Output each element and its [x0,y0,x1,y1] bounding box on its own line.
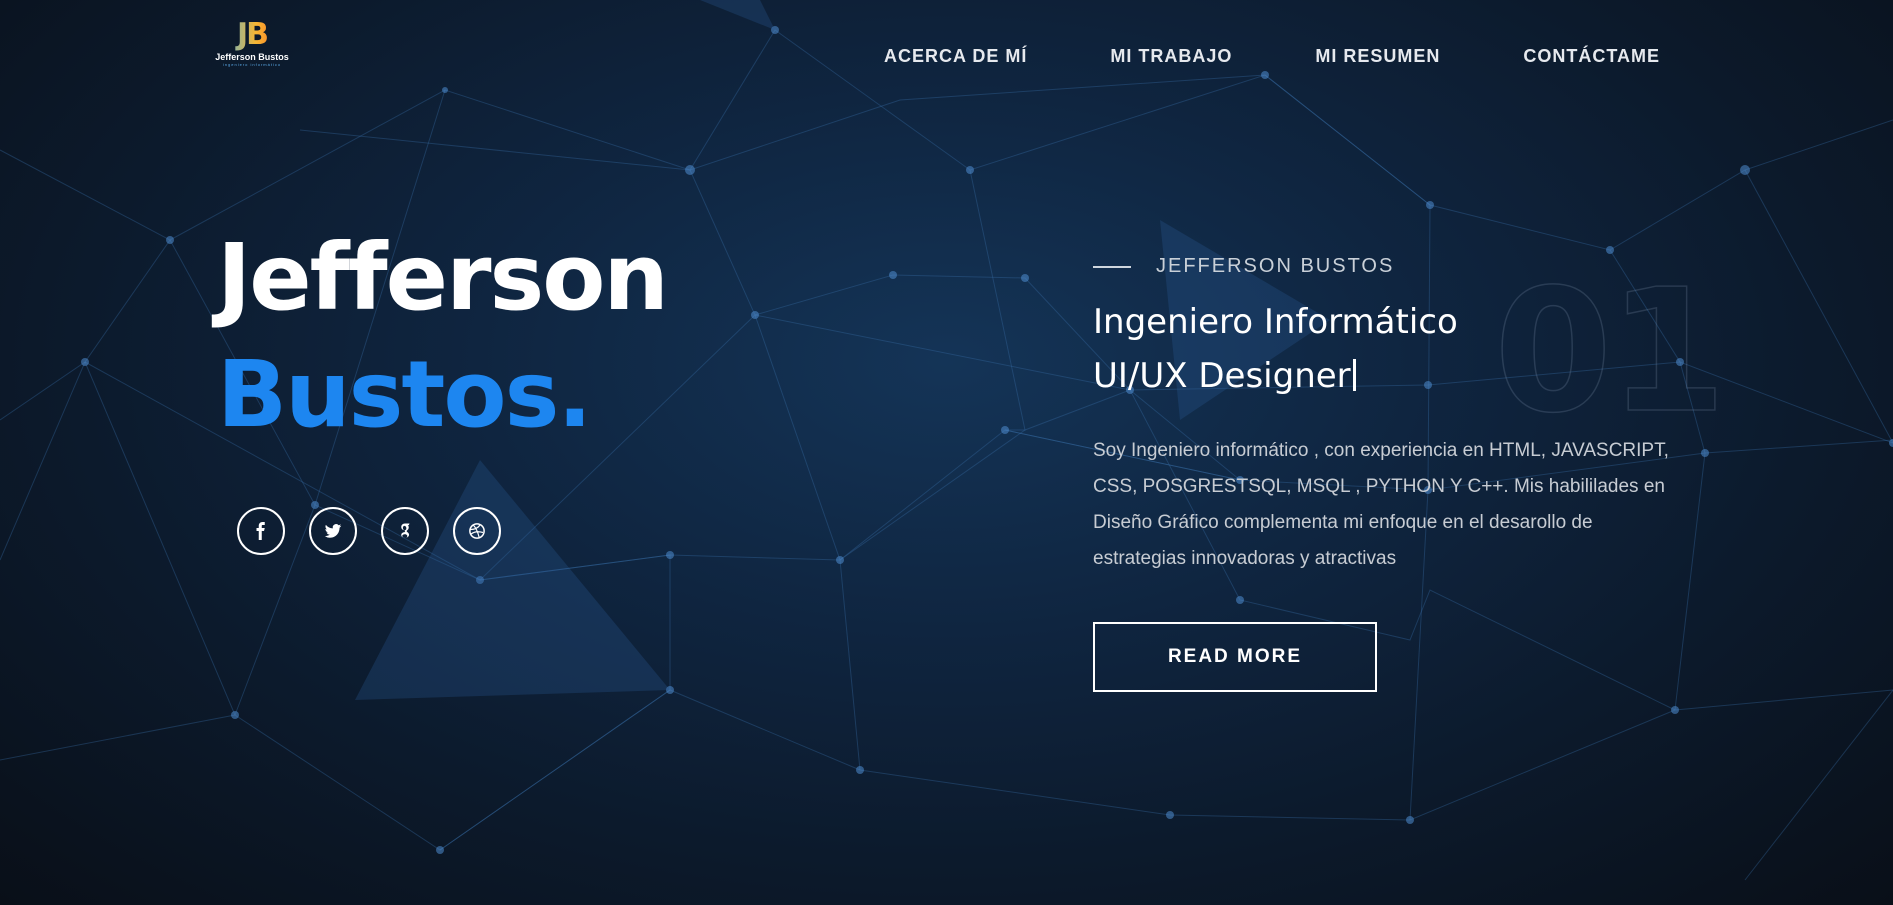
hero-section: JB Jefferson Bustos ingeniero informátic… [0,0,1893,905]
role-line-2-text: UI/UX Designer [1093,356,1351,396]
twitter-button[interactable] [309,507,357,555]
nav-item-contact[interactable]: CONTÁCTAME [1523,46,1660,67]
google-button[interactable] [381,507,429,555]
hero-first-name: Jefferson [217,224,669,331]
read-more-button[interactable]: READ MORE [1093,622,1377,692]
main-nav: ACERCA DE MÍ MI TRABAJO MI RESUMEN CONTÁ… [801,46,1660,67]
logo-monogram: JB [212,18,292,52]
eyebrow-label: JEFFERSON BUSTOS [1156,255,1395,277]
twitter-icon [324,524,342,538]
logo-tagline: ingeniero informático [222,62,282,67]
brand-logo[interactable]: JB Jefferson Bustos ingeniero informátic… [212,18,292,70]
hero-last-name: Bustos. [217,341,592,448]
social-links [237,507,501,555]
bio-text: Soy Ingeniero informático , con experien… [1093,440,1669,569]
google-icon [401,523,410,538]
nav-item-resume[interactable]: MI RESUMEN [1315,46,1440,67]
dribbble-icon [469,523,485,539]
dribbble-button[interactable] [453,507,501,555]
logo-name: Jefferson Bustos [215,52,289,62]
eyebrow-divider [1093,266,1131,268]
role-line-1: Ingeniero Informático [1093,302,1458,342]
typing-cursor [1352,359,1356,391]
facebook-icon [256,522,265,540]
nav-item-about[interactable]: ACERCA DE MÍ [884,46,1027,67]
nav-item-work[interactable]: MI TRABAJO [1110,46,1232,67]
facebook-button[interactable] [237,507,285,555]
section-number: 01 [1493,253,1727,451]
role-line-2: UI/UX Designer [1093,356,1356,396]
